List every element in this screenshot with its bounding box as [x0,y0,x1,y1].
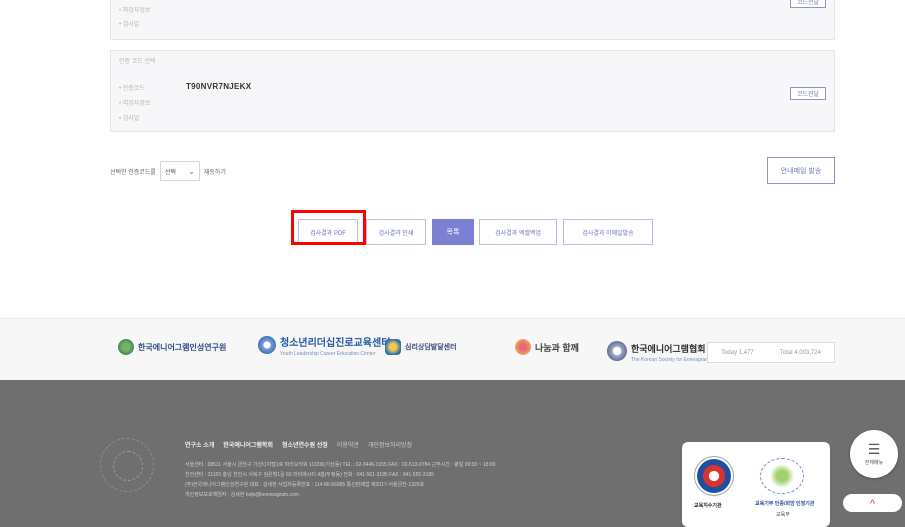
cert-label: 교육부 [776,512,790,518]
code-deliver-button-1[interactable]: 코드전달 [790,0,826,8]
footer-info-line: 서울센터 : 08511 서울시 금천구 가산디지털1로 마리오타워 1110호… [185,462,496,468]
today-count: Today 1,477 [721,349,754,356]
partner-bar: 한국에니어그램인성연구원 청소년리더십진로교육센터 Youth Leadersh… [0,318,905,380]
partner-name: 청소년리더십진로교육센터 [280,338,391,349]
select-prefix: 선택한 인증코드를 [110,169,156,176]
partner-link-5[interactable]: 한국에니어그램협회 The Korean Society for Enneagr… [607,339,709,363]
menu-icon: ☰ [867,441,881,457]
partner-logo-icon [258,336,276,354]
partner-logo-icon [118,339,134,355]
list-button[interactable]: 목록 [432,219,474,245]
footer-emblem-icon [100,438,154,492]
partner-link-1[interactable]: 한국에니어그램인성연구원 [118,339,226,355]
footer-info-line: (주)한국에니어그램인성연구원 대표 : 김세현 사업자등록번호 : 114-8… [185,482,425,488]
partner-name: 심리상담발달센터 [405,344,457,351]
code-box-1: • 피검자정보 • 검사일 코드전달 [110,0,835,40]
highlight-box [291,210,366,245]
footer-link-terms[interactable]: 이용약관 [337,440,359,449]
footer-link-about[interactable]: 연구소 소개 [185,440,214,449]
footer-info: 서울센터 : 08511 서울시 금천구 가산디지털1로 마리오타워 1110호… [185,460,495,500]
total-count: Total 4,003,724 [779,349,821,356]
partner-link-4[interactable]: 나눔과 함께 [515,339,579,355]
guide-mail-button[interactable]: 안내메일 발송 [767,157,835,184]
select-value: 선택 [164,169,176,176]
partner-name: 한국에니어그램인성연구원 [138,342,227,352]
footer-info-line: 천안센터 : 31165 충남 천안시 서북구 검은빛1길 60 라비에시티 4… [185,472,434,478]
partner-subtitle: The Korean Society for Enneagram [631,357,710,363]
code-box-2: 인증 코드 선택 • 인증코드 T90NVR7NJEKX • 피검자정보 • 검… [110,50,835,132]
partner-name: 한국에니어그램협회 [631,344,706,354]
select-suffix: 재등하기 [203,169,226,176]
chevron-down-icon: ⌄ [188,166,195,176]
partner-link-3[interactable]: 심리상담발달센터 [385,339,457,355]
select-row: 선택한 인증코드를 선택 ⌄ 재등하기 [110,161,226,181]
code-value: T90NVR7NJEKX [186,82,252,91]
footer-link-society[interactable]: 한국에니어그램학회 [223,440,273,449]
cert-label: 교육지수기관 [694,503,722,509]
cert-label: 교육기부 인증/희망 인정기관 [755,501,815,507]
info-line: • 피검자정보 [119,101,151,107]
date-line: • 검사일 [119,22,140,28]
footer-info-line: 개인정보보호책임자 : 김세현 help@kenneagram.com [185,492,299,498]
all-menu-button[interactable]: ☰ 전체메뉴 [850,430,898,478]
result-excel-button[interactable]: 검사결과 엑셀백업 [479,219,557,245]
result-print-button[interactable]: 검사결과 인쇄 [366,219,426,245]
code-deliver-button-2[interactable]: 코드전달 [790,87,826,100]
main-content: • 피검자정보 • 검사일 코드전달 인증 코드 선택 • 인증코드 T90NV… [0,0,905,318]
visitor-counter: Today 1,477 Total 4,003,724 [707,342,835,363]
education-donation-icon [760,458,804,494]
partner-logo-icon [607,341,627,361]
code-select-label[interactable]: 인증 코드 선택 [119,56,155,65]
footer-links: 연구소 소개 한국에니어그램학회 청소년연수원 선정 이용약관 개인정보처리방침 [185,440,412,449]
korea-emblem-icon [694,456,734,496]
date-line: • 검사일 [119,116,140,122]
info-line: • 피검자정보 [119,8,151,14]
footer-link-privacy[interactable]: 개인정보처리방침 [368,440,412,449]
code-action-select[interactable]: 선택 ⌄ [159,161,200,181]
partner-link-2[interactable]: 청소년리더십진로교육센터 Youth Leadership Career Edu… [258,333,390,357]
scroll-top-button[interactable]: ^ [843,494,902,512]
footer-link-institute[interactable]: 청소년연수원 선정 [282,440,328,449]
code-label: • 인증코드 [119,86,145,92]
partner-subtitle: Youth Leadership Career Education Center [280,351,376,357]
menu-label: 전체메뉴 [864,460,884,466]
partner-name: 나눔과 함께 [535,342,579,353]
cert-badges: 교육지수기관 교육기부 인증/희망 인정기관 교육부 [682,442,830,527]
result-mail-button[interactable]: 검사결과 이메일발송 [563,219,653,245]
partner-logo-icon [515,339,531,355]
partner-logo-icon [385,339,401,355]
